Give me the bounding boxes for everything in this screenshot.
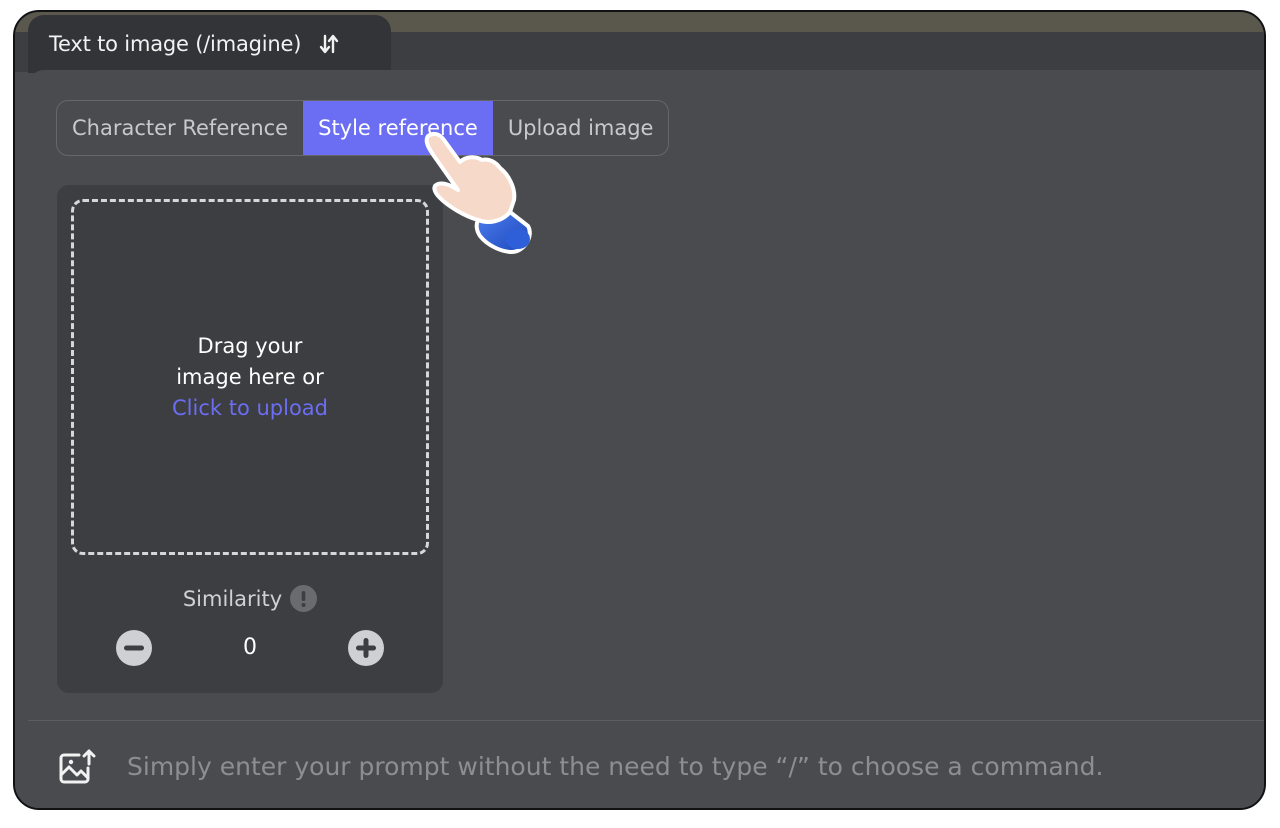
hand-pointer-icon — [424, 131, 532, 254]
info-icon[interactable] — [290, 585, 318, 612]
swap-vertical-icon[interactable] — [319, 33, 339, 55]
dropzone-text-line1: Drag your — [197, 333, 303, 358]
similarity-value: 0 — [243, 635, 257, 660]
header-tab[interactable]: Text to image (/imagine) — [28, 15, 391, 73]
prompt-input[interactable] — [127, 752, 1207, 781]
app-window: Text to image (/imagine) Character Refer… — [13, 10, 1266, 810]
prompt-bar — [15, 721, 1264, 808]
dropzone-text-line2: image here or — [176, 364, 324, 389]
header-title: Text to image (/imagine) — [49, 32, 302, 56]
similarity-stepper: 0 — [57, 629, 443, 667]
similarity-label: Similarity — [182, 586, 283, 611]
click-to-upload-link[interactable]: Click to upload — [172, 393, 328, 424]
upload-card: Drag your image here or Click to upload … — [57, 185, 443, 693]
image-upload-icon[interactable] — [59, 749, 97, 785]
tab-character-reference[interactable]: Character Reference — [57, 101, 303, 155]
image-dropzone[interactable]: Drag your image here or Click to upload — [71, 199, 429, 555]
reference-tabs: Character Reference Style reference Uplo… — [56, 100, 670, 156]
similarity-label-row: Similarity — [57, 585, 443, 612]
increment-button[interactable] — [347, 629, 385, 667]
